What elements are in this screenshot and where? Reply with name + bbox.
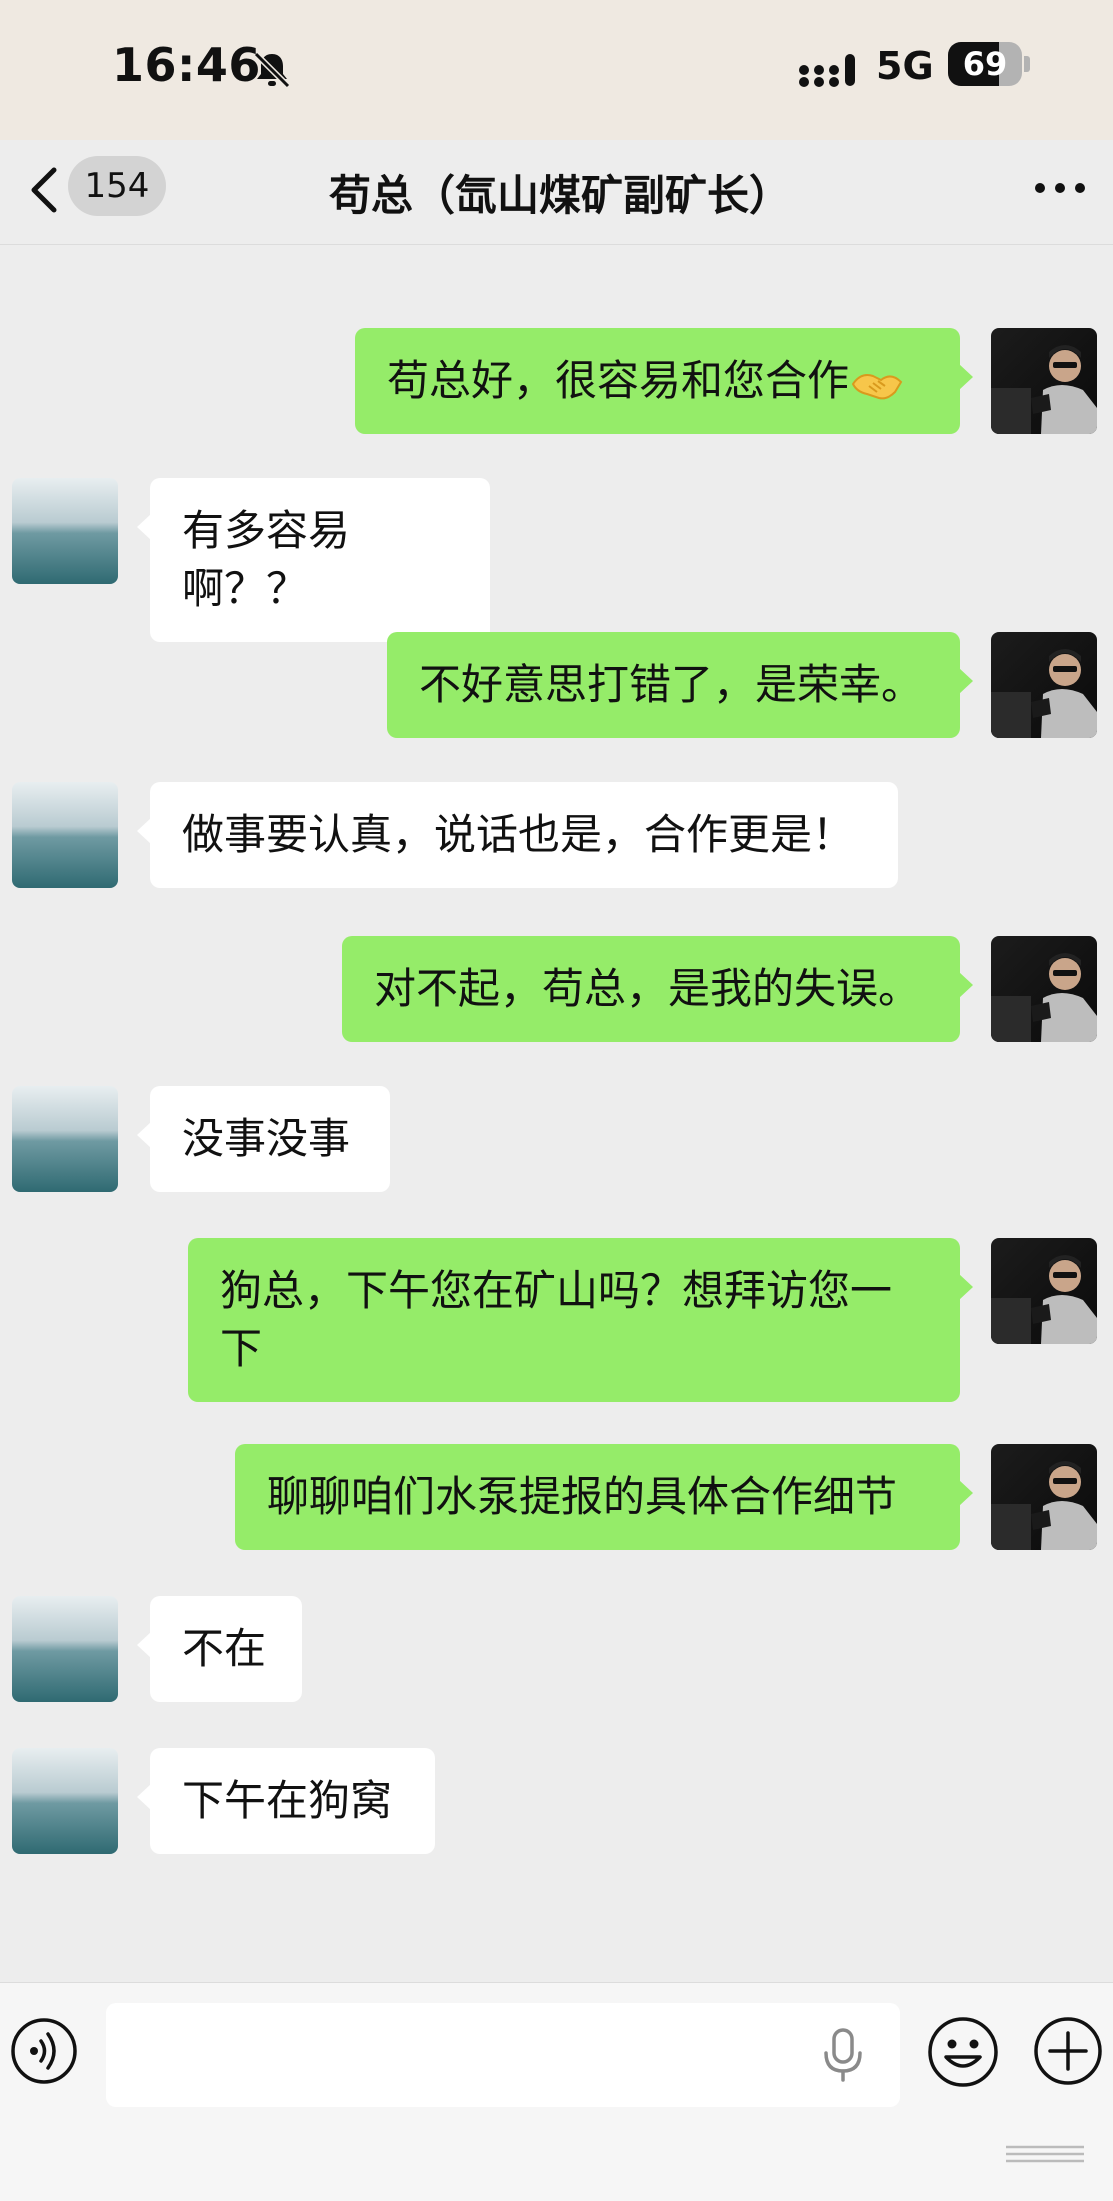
message-text: 不好意思打错了，是荣幸。 [419,660,924,709]
plus-circle-icon[interactable] [1032,2015,1104,2087]
my-avatar[interactable] [991,1238,1097,1344]
unread-count-badge[interactable]: 154 [68,156,166,216]
battery-level: 69 [962,45,1008,83]
contact-avatar[interactable] [12,782,118,888]
message-text: 聊聊咱们水泵提报的具体合作细节 [267,1472,898,1521]
my-avatar[interactable] [991,936,1097,1042]
contact-avatar[interactable] [12,478,118,584]
chevron-left-icon[interactable] [24,160,64,220]
network-type: 5G [876,44,934,88]
my-avatar[interactable] [991,632,1097,738]
message-text: 下午在狗窝 [182,1776,393,1825]
status-bar: 16:46 5G 69 [0,0,1113,140]
battery-nub [1024,56,1030,72]
microphone-icon[interactable] [820,2027,866,2083]
chat-header: 154 苟总（氙山煤矿副矿长） [0,140,1113,245]
handshake-emoji-icon [851,373,903,399]
outgoing-bubble[interactable]: 狗总，下午您在矿山吗？想拜访您一下 [188,1238,973,1402]
contact-avatar[interactable] [12,1086,118,1192]
contact-avatar[interactable] [12,1748,118,1854]
signal-bars-icon [799,54,855,87]
contact-avatar[interactable] [12,1596,118,1702]
my-avatar[interactable] [991,1444,1097,1550]
outgoing-bubble[interactable]: 不好意思打错了，是荣幸。 [387,632,973,738]
message-text: 做事要认真，说话也是，合作更是！ [182,810,855,859]
status-time: 16:46 [112,38,261,92]
outgoing-bubble[interactable]: 聊聊咱们水泵提报的具体合作细节 [235,1444,973,1550]
incoming-bubble[interactable]: 下午在狗窝 [137,1748,435,1854]
emoji-face-icon[interactable] [926,2015,1000,2089]
incoming-bubble[interactable]: 做事要认真，说话也是，合作更是！ [137,782,898,888]
incoming-bubble[interactable]: 不在 [137,1596,302,1702]
message-text: 没事没事 [182,1114,351,1163]
message-text: 不在 [182,1624,267,1673]
incoming-bubble[interactable]: 有多容易啊？？ [137,478,490,642]
outgoing-bubble[interactable]: 苟总好，很容易和您合作 [355,328,973,434]
battery-indicator: 69 [948,42,1030,86]
keyboard-toggle-icon[interactable] [1000,2141,1090,2167]
chat-title: 苟总（氙山煤矿副矿长） [328,171,791,220]
my-avatar[interactable] [991,328,1097,434]
bell-slash-icon [253,51,291,89]
voice-mode-icon[interactable] [10,2017,78,2085]
message-text: 苟总好，很容易和您合作 [387,356,850,405]
input-bar [0,1982,1113,2201]
message-text: 对不起，苟总，是我的失误。 [374,964,921,1013]
message-text: 有多容易啊？？ [182,506,351,613]
incoming-bubble[interactable]: 没事没事 [137,1086,390,1192]
more-dots-icon[interactable] [1030,168,1090,208]
message-list: 苟总好，很容易和您合作 有多容易啊？？ 不好意思打错了，是荣幸。 做事要认真，说… [0,244,1113,1982]
message-input[interactable] [106,2003,900,2107]
message-text: 狗总，下午您在矿山吗？想拜访您一下 [220,1266,893,1373]
outgoing-bubble[interactable]: 对不起，苟总，是我的失误。 [342,936,973,1042]
